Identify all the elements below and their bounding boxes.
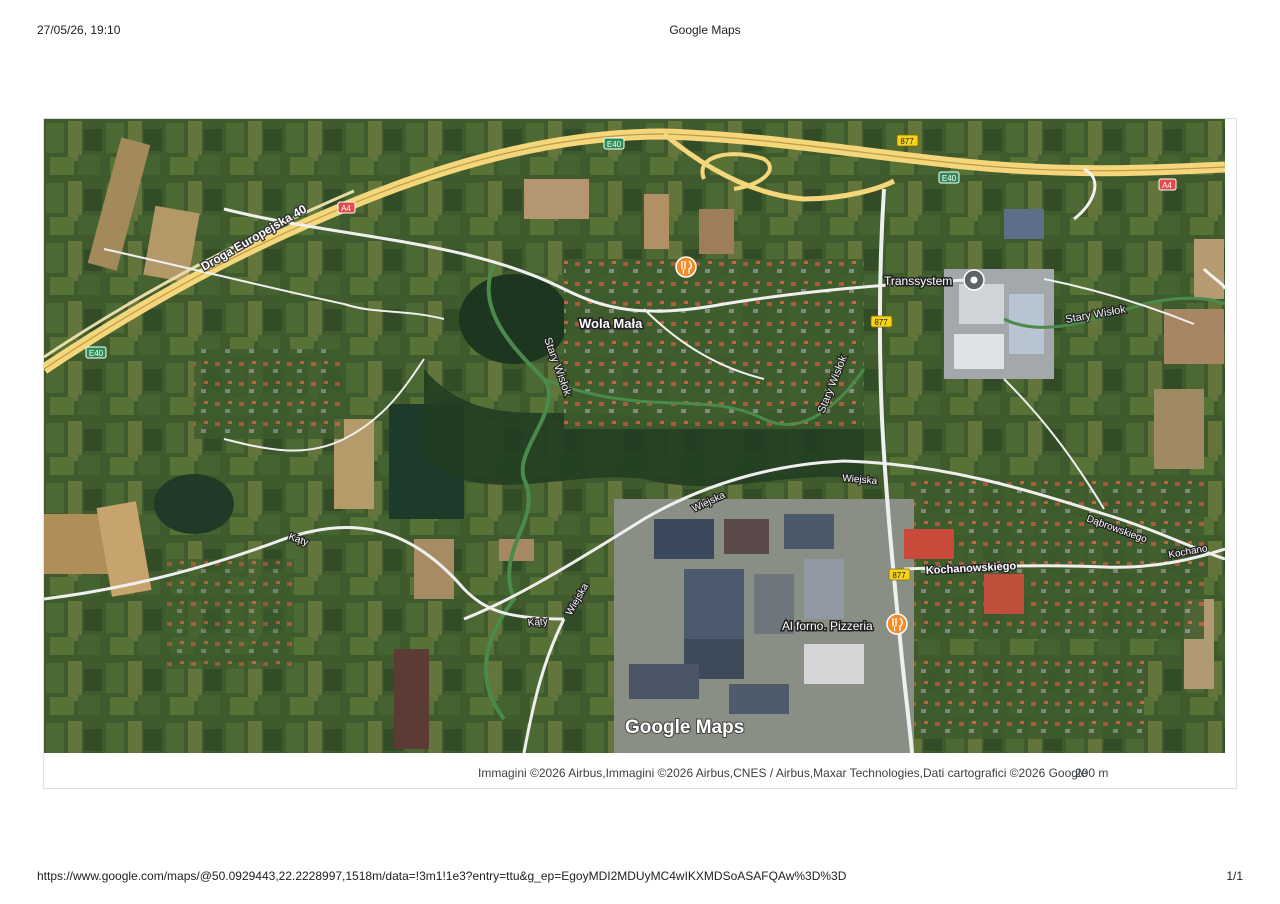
shield-a4-b: A4 [1158, 178, 1177, 191]
svg-text:E40: E40 [89, 349, 104, 358]
shield-e40-b: E40 [938, 171, 960, 184]
google-maps-logo: Google Maps [625, 717, 744, 738]
svg-text:E40: E40 [607, 140, 622, 149]
svg-text:A4: A4 [341, 204, 351, 213]
map-frame: Droga Europejska 40 Wola Mała Stary Wisł… [43, 118, 1237, 789]
restaurant-icon[interactable] [886, 613, 908, 635]
shield-877-b: 877 [870, 315, 893, 328]
map-pin-icon[interactable] [963, 269, 985, 291]
label-katy-2: Kąty [527, 616, 548, 629]
svg-text:E40: E40 [942, 174, 957, 183]
print-url: https://www.google.com/maps/@50.0929443,… [37, 869, 847, 883]
print-title: Google Maps [669, 23, 741, 37]
svg-text:A4: A4 [1162, 181, 1172, 190]
shield-877-a: 877 [896, 134, 919, 147]
scale-bar[interactable]: 200 m [1075, 766, 1108, 780]
label-wola-mala: Wola Mała [579, 316, 643, 331]
shield-877-c: 877 [888, 568, 911, 581]
satellite-imagery[interactable]: Droga Europejska 40 Wola Mała Stary Wisł… [44, 119, 1225, 753]
svg-text:877: 877 [900, 137, 914, 146]
svg-text:877: 877 [874, 318, 888, 327]
svg-text:877: 877 [892, 571, 906, 580]
shield-a4-a: A4 [337, 201, 356, 214]
shield-e40-a: E40 [603, 137, 625, 150]
map-attribution: Immagini ©2026 Airbus,Immagini ©2026 Air… [478, 766, 1088, 780]
map-canvas[interactable]: Droga Europejska 40 Wola Mała Stary Wisł… [44, 119, 1225, 753]
poi-transsystem-label[interactable]: Transsystem [883, 273, 954, 290]
print-page-number: 1/1 [1226, 869, 1243, 883]
poi-pizzeria-label[interactable]: Al forno. Pizzeria [781, 618, 875, 635]
restaurant-icon[interactable] [675, 256, 697, 278]
shield-e40-c: E40 [85, 346, 107, 359]
